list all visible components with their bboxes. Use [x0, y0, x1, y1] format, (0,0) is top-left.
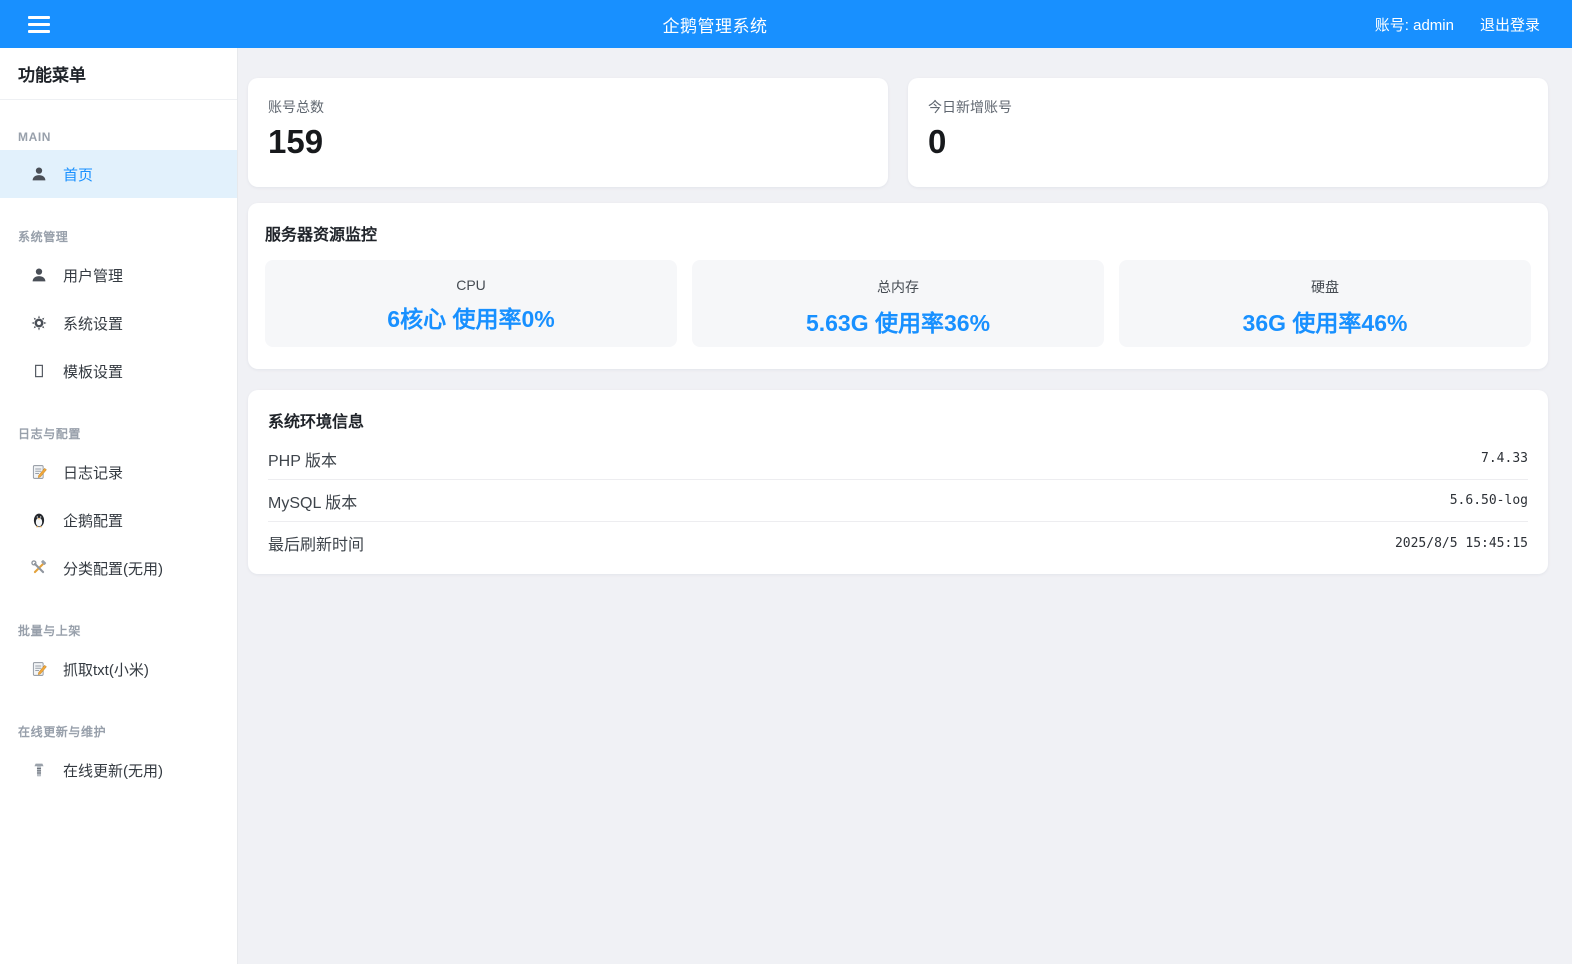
hamburger-menu-icon[interactable] — [0, 0, 70, 48]
metric-label: 总内存 — [692, 277, 1104, 297]
penguin-icon — [30, 511, 48, 529]
header-right: 账号: admin 退出登录 — [1360, 14, 1572, 35]
sidebar-item-label: 分类配置(无用) — [63, 558, 163, 579]
sidebar-item-label: 在线更新(无用) — [63, 760, 163, 781]
sidebar-item-penguin-config[interactable]: 企鹅配置 — [0, 496, 237, 544]
sidebar-item-online-update[interactable]: 在线更新(无用) — [0, 746, 237, 794]
env-label: 最后刷新时间 — [268, 531, 364, 555]
main-content: 账号总数 159 今日新增账号 0 服务器资源监控 CPU 6核心 使用率0% … — [238, 48, 1572, 964]
template-icon — [30, 362, 48, 380]
sidebar-title: 功能菜单 — [0, 48, 237, 100]
stat-card-new-accounts-today: 今日新增账号 0 — [908, 78, 1548, 187]
logout-button[interactable]: 退出登录 — [1480, 14, 1540, 35]
sidebar-section-main: MAIN — [0, 124, 237, 150]
sidebar-item-label: 系统设置 — [63, 313, 123, 334]
sidebar-item-user-management[interactable]: 用户管理 — [0, 251, 237, 299]
env-label: PHP 版本 — [268, 447, 337, 471]
stat-row: 账号总数 159 今日新增账号 0 — [248, 78, 1548, 187]
sidebar-item-home[interactable]: 首页 — [0, 150, 237, 198]
memo-icon — [30, 463, 48, 481]
sidebar-item-label: 首页 — [63, 164, 93, 185]
metric-label: 硬盘 — [1119, 277, 1531, 297]
stat-card-total-accounts: 账号总数 159 — [248, 78, 888, 187]
sidebar-section-system: 系统管理 — [0, 222, 237, 251]
app-header: 企鹅管理系统 账号: admin 退出登录 — [0, 0, 1572, 48]
env-row-php-version: PHP 版本 7.4.33 — [268, 438, 1528, 480]
metric-row: CPU 6核心 使用率0% 总内存 5.63G 使用率36% 硬盘 36G 使用… — [265, 260, 1531, 347]
sidebar-section-logs-config: 日志与配置 — [0, 419, 237, 448]
account-label: 账号: admin — [1375, 14, 1454, 35]
environment-rows: PHP 版本 7.4.33 MySQL 版本 5.6.50-log 最后刷新时间… — [268, 438, 1528, 564]
env-row-last-refresh: 最后刷新时间 2025/8/5 15:45:15 — [268, 522, 1528, 564]
sidebar-item-label: 用户管理 — [63, 265, 123, 286]
env-row-mysql-version: MySQL 版本 5.6.50-log — [268, 480, 1528, 522]
header-title-wrap: 企鹅管理系统 — [70, 12, 1360, 37]
memo-icon — [30, 660, 48, 678]
sidebar-item-label: 模板设置 — [63, 361, 123, 382]
sidebar: 功能菜单 MAIN 首页 系统管理 用户管理 系统设置 模板设置 — [0, 48, 238, 964]
server-monitor-title: 服务器资源监控 — [265, 221, 1531, 245]
metric-cpu: CPU 6核心 使用率0% — [265, 260, 677, 347]
sidebar-item-template-settings[interactable]: 模板设置 — [0, 347, 237, 395]
stat-value: 0 — [928, 123, 1528, 161]
sidebar-item-grab-txt[interactable]: 抓取txt(小米) — [0, 645, 237, 693]
sidebar-item-label: 日志记录 — [63, 462, 123, 483]
metric-value: 6核心 使用率0% — [265, 300, 677, 334]
user-icon — [30, 165, 48, 183]
sidebar-section-batch: 批量与上架 — [0, 616, 237, 645]
env-value: 7.4.33 — [1481, 451, 1528, 466]
metric-disk: 硬盘 36G 使用率46% — [1119, 260, 1531, 347]
tools-icon — [30, 559, 48, 577]
server-monitor-card: 服务器资源监控 CPU 6核心 使用率0% 总内存 5.63G 使用率36% 硬… — [248, 203, 1548, 369]
stat-label: 今日新增账号 — [928, 97, 1528, 117]
stat-value: 159 — [268, 123, 868, 161]
metric-value: 36G 使用率46% — [1119, 304, 1531, 338]
stat-label: 账号总数 — [268, 97, 868, 117]
env-value: 2025/8/5 15:45:15 — [1395, 536, 1528, 551]
sidebar-item-label: 抓取txt(小米) — [63, 659, 149, 680]
environment-card: 系统环境信息 PHP 版本 7.4.33 MySQL 版本 5.6.50-log… — [248, 390, 1548, 574]
sidebar-item-category-config[interactable]: 分类配置(无用) — [0, 544, 237, 592]
gear-icon — [30, 314, 48, 332]
environment-title: 系统环境信息 — [268, 408, 1528, 432]
sidebar-item-log-records[interactable]: 日志记录 — [0, 448, 237, 496]
metric-label: CPU — [265, 277, 677, 293]
metric-value: 5.63G 使用率36% — [692, 304, 1104, 338]
env-value: 5.6.50-log — [1450, 493, 1528, 508]
sidebar-section-online-update: 在线更新与维护 — [0, 717, 237, 746]
env-label: MySQL 版本 — [268, 489, 357, 513]
bolt-icon — [30, 761, 48, 779]
sidebar-item-system-settings[interactable]: 系统设置 — [0, 299, 237, 347]
user-icon — [30, 266, 48, 284]
sidebar-item-label: 企鹅配置 — [63, 510, 123, 531]
metric-memory: 总内存 5.63G 使用率36% — [692, 260, 1104, 347]
page-title: 企鹅管理系统 — [663, 17, 768, 36]
